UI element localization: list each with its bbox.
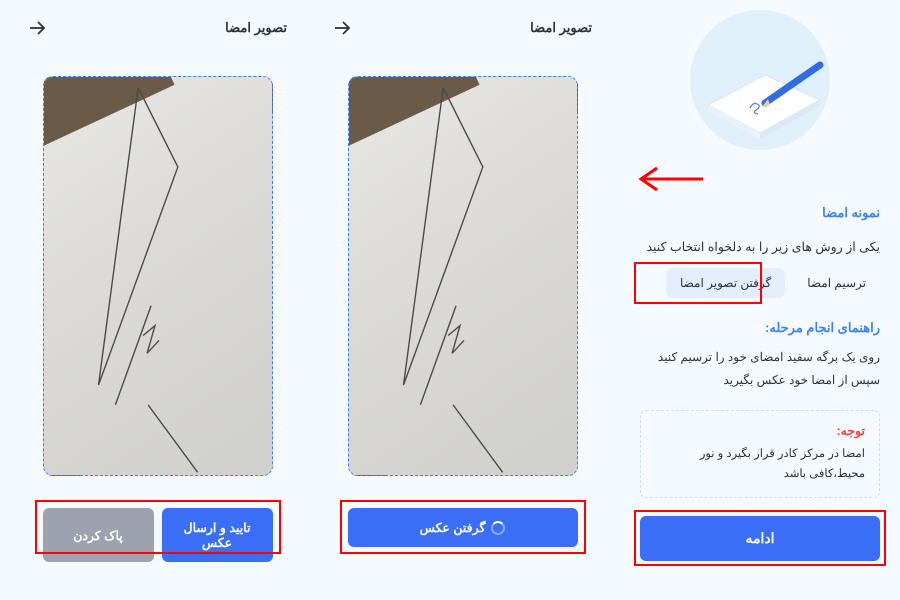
signature-drawing [349,77,577,475]
panel-title: تصویر امضا [530,20,592,36]
paper-pencil-icon [700,55,830,145]
warning-text: امضا در مرکز کادر قرار بگیرد و نور محیط،… [655,444,865,485]
panel-capture-center: تصویر امضا گرفتن عکس [315,20,610,580]
sidebar: نمونه امضا یکی از روش های زیر را به دلخو… [620,0,900,600]
annotation-arrow-icon [635,165,705,193]
tab-capture-signature[interactable]: گرفتن تصویر امضا [666,268,785,298]
warning-box: توجه: امضا در مرکز کادر قرار بگیرد و نور… [640,410,880,498]
continue-button[interactable]: ادامه [640,516,880,561]
take-photo-label: گرفتن عکس [420,520,486,535]
back-arrow-icon[interactable] [28,21,46,35]
guide-title: راهنمای انجام مرحله: [640,320,880,336]
warning-title: توجه: [655,423,865,438]
back-arrow-icon[interactable] [333,21,351,35]
main-area: تصویر امضا گرفتن عکس [0,0,620,600]
signature-photo-preview [43,76,273,476]
sample-signature-title: نمونه امضا [640,205,880,221]
signature-illustration [690,10,830,150]
signature-photo-preview [348,76,578,476]
loading-spinner-icon [491,521,505,535]
clear-button[interactable]: پاک کردن [43,508,154,562]
method-tabs: ترسیم امضا گرفتن تصویر امضا [640,268,880,298]
tab-draw-signature[interactable]: ترسیم امضا [793,268,880,298]
panel-capture-left: تصویر امضا تایید و ارسال عکس پاک کردن [10,20,305,580]
panel-title: تصویر امضا [225,20,287,36]
choose-method-text: یکی از روش های زیر را به دلخواه انتخاب ک… [640,239,880,254]
guide-text: روی یک برگه سفید امضای خود را ترسیم کنید… [640,346,880,392]
take-photo-button[interactable]: گرفتن عکس [348,508,578,547]
signature-drawing [44,77,272,475]
confirm-send-button[interactable]: تایید و ارسال عکس [162,508,273,562]
